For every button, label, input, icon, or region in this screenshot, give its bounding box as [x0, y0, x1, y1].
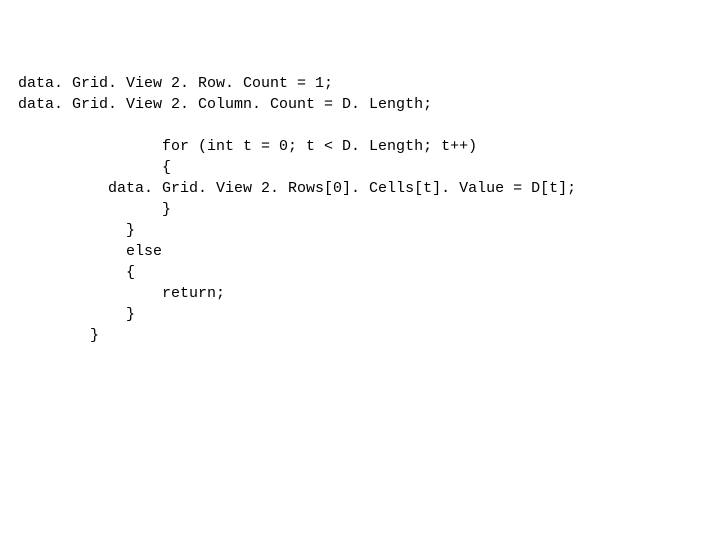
code-line: }: [18, 327, 99, 344]
code-line: return;: [18, 285, 225, 302]
code-line: {: [18, 264, 135, 281]
code-line: }: [18, 222, 135, 239]
code-line: {: [18, 159, 171, 176]
code-line: data. Grid. View 2. Column. Count = D. L…: [18, 96, 432, 113]
code-line: else: [18, 243, 162, 260]
code-line: data. Grid. View 2. Rows[0]. Cells[t]. V…: [18, 180, 576, 197]
code-block: data. Grid. View 2. Row. Count = 1; data…: [0, 0, 720, 346]
code-line: }: [18, 201, 171, 218]
code-line: for (int t = 0; t < D. Length; t++): [18, 138, 477, 155]
code-line: }: [18, 306, 135, 323]
code-line: data. Grid. View 2. Row. Count = 1;: [18, 75, 333, 92]
